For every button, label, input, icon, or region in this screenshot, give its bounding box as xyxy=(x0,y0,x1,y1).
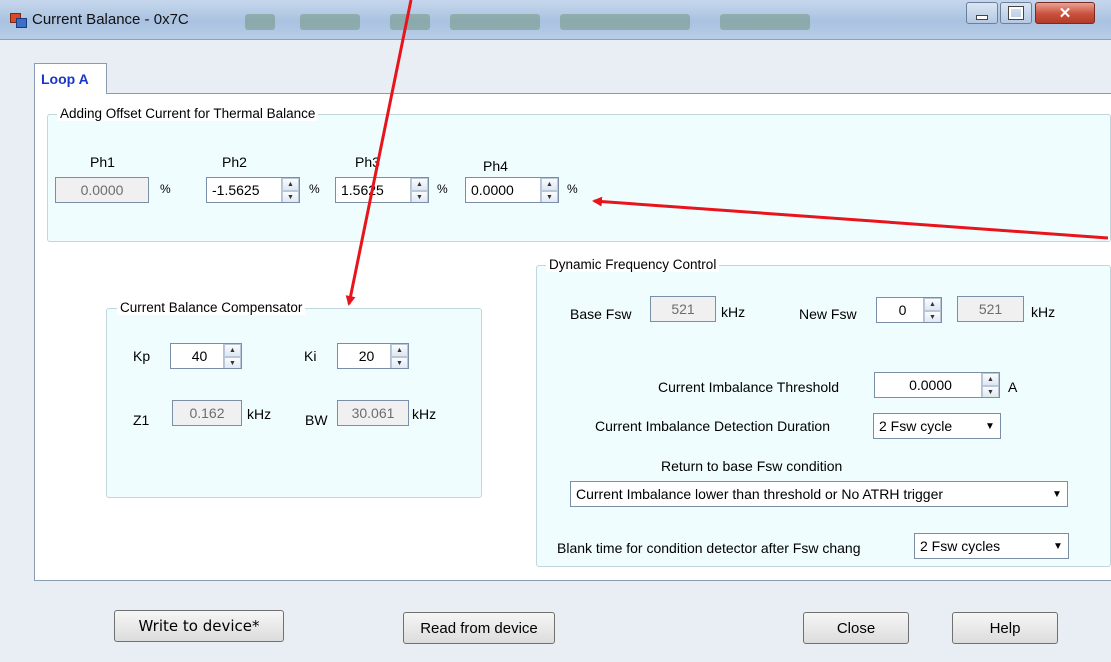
ph1-label: Ph1 xyxy=(90,154,115,170)
blurred-background-strip xyxy=(720,14,810,30)
thermal-balance-title: Adding Offset Current for Thermal Balanc… xyxy=(57,106,319,121)
base-fsw-field: 521 xyxy=(650,296,716,322)
kp-spin-arrows[interactable]: ▲ ▼ xyxy=(223,344,241,368)
ki-spin-arrows[interactable]: ▲ ▼ xyxy=(390,344,408,368)
ph3-label: Ph3 xyxy=(355,154,380,170)
ph4-label: Ph4 xyxy=(483,158,508,174)
ph4-spin-arrows[interactable]: ▲ ▼ xyxy=(540,178,558,202)
window-title: Current Balance - 0x7C xyxy=(32,11,189,28)
blurred-background-strip xyxy=(300,14,360,30)
blurred-background-strip xyxy=(245,14,275,30)
blurred-background-strip xyxy=(560,14,690,30)
ph3-unit: % xyxy=(437,182,448,196)
base-fsw-label: Base Fsw xyxy=(570,306,632,322)
compensator-group xyxy=(106,308,482,498)
new-fsw-spin-arrows[interactable]: ▲ ▼ xyxy=(923,298,941,322)
blurred-background-strip xyxy=(390,14,430,30)
blurred-background-strip xyxy=(450,14,540,30)
close-button[interactable]: Close xyxy=(803,612,909,644)
ph4-unit: % xyxy=(567,182,578,196)
ph4-stepper[interactable]: 0.0000 ▲ ▼ xyxy=(465,177,559,203)
ph1-field: 0.0000 xyxy=(55,177,149,203)
ki-stepper[interactable]: 20 ▲ ▼ xyxy=(337,343,409,369)
title-bar: Current Balance - 0x7C ✕ xyxy=(0,0,1111,40)
close-icon: ✕ xyxy=(1058,5,1072,22)
help-button[interactable]: Help xyxy=(952,612,1058,644)
duration-select[interactable]: 2 Fsw cycle ▼ xyxy=(873,413,1001,439)
read-from-device-button[interactable]: Read from device xyxy=(403,612,555,644)
minimize-icon xyxy=(976,14,988,20)
blank-time-select[interactable]: 2 Fsw cycles ▼ xyxy=(914,533,1069,559)
z1-unit: kHz xyxy=(247,406,272,422)
dropdown-caret-icon: ▼ xyxy=(1053,540,1063,552)
z1-field: 0.162 xyxy=(172,400,242,426)
new-fsw-result: 521 xyxy=(957,296,1024,322)
bw-unit: kHz xyxy=(412,406,437,422)
ph3-stepper[interactable]: 1.5625 ▲ ▼ xyxy=(335,177,429,203)
bw-field: 30.061 xyxy=(337,400,409,426)
ki-label: Ki xyxy=(304,348,317,364)
return-label: Return to base Fsw condition xyxy=(661,458,843,474)
window-close-button[interactable]: ✕ xyxy=(1035,2,1095,24)
ph1-unit: % xyxy=(160,182,171,196)
return-condition-select[interactable]: Current Imbalance lower than threshold o… xyxy=(570,481,1068,507)
kp-label: Kp xyxy=(133,348,151,364)
threshold-label: Current Imbalance Threshold xyxy=(658,379,840,395)
maximize-icon xyxy=(1008,6,1024,20)
threshold-spin-arrows[interactable]: ▲ ▼ xyxy=(981,373,999,397)
dropdown-caret-icon: ▼ xyxy=(1052,488,1062,500)
new-fsw-label: New Fsw xyxy=(799,306,857,322)
compensator-title: Current Balance Compensator xyxy=(117,300,306,315)
base-fsw-unit: kHz xyxy=(721,304,746,320)
duration-label: Current Imbalance Detection Duration xyxy=(595,418,831,434)
ph3-spin-arrows[interactable]: ▲ ▼ xyxy=(410,178,428,202)
new-fsw-stepper[interactable]: 0 ▲ ▼ xyxy=(876,297,942,323)
bw-label: BW xyxy=(305,412,328,428)
ph2-spin-arrows[interactable]: ▲ ▼ xyxy=(281,178,299,202)
maximize-button[interactable] xyxy=(1000,2,1032,24)
dropdown-caret-icon: ▼ xyxy=(985,420,995,432)
tab-loop-a[interactable]: Loop A xyxy=(34,63,107,94)
dfc-title: Dynamic Frequency Control xyxy=(546,257,720,272)
write-to-device-button[interactable]: Write to device* xyxy=(114,610,284,642)
ph2-stepper[interactable]: -1.5625 ▲ ▼ xyxy=(206,177,300,203)
threshold-unit: A xyxy=(1008,379,1018,395)
minimize-button[interactable] xyxy=(966,2,998,24)
kp-stepper[interactable]: 40 ▲ ▼ xyxy=(170,343,242,369)
threshold-stepper[interactable]: 0.0000 ▲ ▼ xyxy=(874,372,1000,398)
ph2-label: Ph2 xyxy=(222,154,247,170)
new-fsw-unit: kHz xyxy=(1031,304,1056,320)
z1-label: Z1 xyxy=(133,412,150,428)
blank-time-label: Blank time for condition detector after … xyxy=(557,540,861,556)
ph2-unit: % xyxy=(309,182,320,196)
app-icon xyxy=(10,13,27,28)
